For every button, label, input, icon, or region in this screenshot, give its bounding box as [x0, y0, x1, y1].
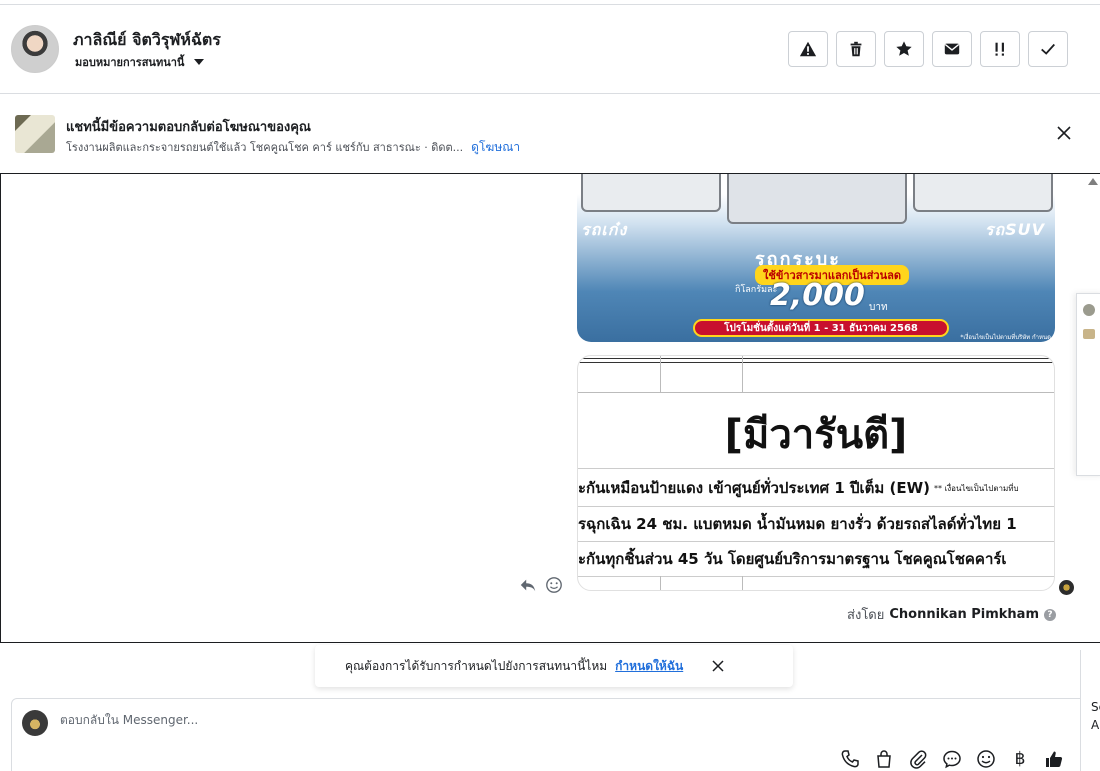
promo-date-range: โปรโมชั่นตั้งแต่วันที่ 1 - 31 ธันวาคม 25… — [693, 319, 949, 337]
divider — [660, 356, 661, 392]
view-ad-link[interactable]: ดูโฆษณา — [471, 138, 520, 157]
sent-by-name: Chonnikan Pimkham — [889, 607, 1039, 622]
divider — [742, 356, 743, 392]
emoji-react-icon[interactable] — [545, 576, 563, 594]
divider — [578, 358, 1054, 359]
caret-down-icon — [194, 59, 205, 65]
composer-tools: ฿ — [840, 749, 1064, 769]
side-panel-preview[interactable] — [1076, 293, 1100, 476]
priority-button[interactable] — [980, 31, 1020, 67]
user-avatar[interactable] — [11, 25, 59, 73]
check-icon — [1041, 43, 1055, 55]
header-actions — [788, 31, 1068, 67]
conversation-header: ภาลิณีย์ จิตวิรุฬห์ฉัตร มอบหมายการสนทนาน… — [0, 5, 1100, 94]
reply-composer: ฿ — [11, 698, 1086, 771]
suv-shape — [913, 174, 1053, 212]
emoji-icon[interactable] — [976, 749, 996, 769]
star-icon — [896, 41, 912, 56]
right-edge-text: Se — [1091, 700, 1100, 714]
divider — [578, 506, 1054, 507]
ad-reply-banner: แชทนี้มีข้อความตอบกลับต่อโฆษณาของคุณ โรง… — [0, 95, 1100, 173]
warning-icon — [799, 41, 817, 57]
assign-label: มอบหมายการสนทนานี้ — [75, 56, 185, 69]
scroll-up-arrow-icon[interactable] — [1088, 178, 1098, 185]
promo-note: *เงื่อนไขเป็นไปตามที่บริษัท กำหนด — [960, 334, 1051, 341]
attachment-icon[interactable] — [908, 749, 928, 769]
phone-icon[interactable] — [840, 749, 860, 769]
right-edge-text: A — [1091, 718, 1100, 732]
message-thread[interactable]: รถเก๋ง รถSUV รถกระบะ ใช้ข้าวสารมาแลกเป็น… — [0, 173, 1100, 643]
warranty-row-note: ** เงื่อนไขเป็นไปตามที่บ — [933, 483, 1019, 493]
warranty-row-text: ะกันเหมือนป้ายแดง เข้าศูนย์ทั่วประเทศ 1 … — [578, 479, 930, 497]
ad-thumbnail[interactable] — [15, 115, 55, 153]
divider — [660, 576, 661, 590]
user-name[interactable]: ภาลิณีย์ จิตวิรุฬห์ฉัตร — [73, 28, 221, 53]
car-promo-image[interactable]: รถเก๋ง รถSUV รถกระบะ ใช้ข้าวสารมาแลกเป็น… — [577, 174, 1055, 342]
divider — [578, 392, 1054, 393]
assign-conversation-dropdown[interactable]: มอบหมายการสนทนานี้ — [75, 53, 205, 71]
thumbs-up-icon[interactable] — [1044, 749, 1064, 769]
side-panel-avatar — [1083, 304, 1095, 316]
warranty-image[interactable]: [มีวารันตี] ะกันเหมือนป้ายแดง เข้าศูนย์ท… — [577, 355, 1055, 591]
shopping-bag-icon[interactable] — [874, 749, 894, 769]
reply-icon[interactable] — [519, 576, 537, 594]
right-edge-panel: Se A — [1080, 650, 1100, 771]
sedan-label: รถเก๋ง — [581, 220, 628, 239]
divider — [742, 576, 743, 590]
help-icon[interactable]: ? — [1044, 608, 1056, 621]
warranty-row: รฉุกเฉิน 24 ชม. แบตหมด น้ำมันหมด ยางรั่ว… — [578, 508, 1054, 540]
priority-icon — [995, 42, 1004, 56]
warranty-row: ะกันเหมือนป้ายแดง เข้าศูนย์ทั่วประเทศ 1 … — [578, 472, 1054, 504]
mark-spam-button[interactable] — [788, 31, 828, 67]
pickup-shape — [727, 174, 907, 224]
promo-amount: 2,000 — [770, 278, 865, 313]
ad-banner-subtitle: โรงงานผลิตและกระจายรถยนต์ใช้แล้ว โชคคูณโ… — [66, 138, 520, 157]
ad-source-text: โรงงานผลิตและกระจายรถยนต์ใช้แล้ว โชคคูณโ… — [66, 141, 464, 154]
envelope-icon — [944, 43, 960, 55]
side-panel-thumbnail — [1083, 329, 1095, 339]
suv-label: รถSUV — [984, 220, 1045, 239]
warranty-row-text: ะกันทุกชิ้นส่วน 45 วัน โดยศูนย์บริการมาต… — [578, 550, 1007, 568]
divider — [578, 541, 1054, 542]
promo-baht: บาท — [869, 302, 888, 313]
composer-avatar — [22, 710, 48, 736]
trash-icon — [850, 41, 862, 57]
reminder-text: คุณต้องการได้รับการกำหนดไปยังการสนทนานี้… — [345, 658, 608, 673]
sent-by-prefix: ส่งโดย — [847, 608, 885, 623]
sender-avatar — [1059, 580, 1074, 595]
reply-input[interactable] — [60, 713, 560, 727]
mark-unread-button[interactable] — [932, 31, 972, 67]
star-button[interactable] — [884, 31, 924, 67]
ad-banner-title: แชทนี้มีข้อความตอบกลับต่อโฆษณาของคุณ — [66, 120, 311, 135]
warranty-row: ะกันทุกชิ้นส่วน 45 วัน โดยศูนย์บริการมาต… — [578, 543, 1054, 575]
payment-baht-icon[interactable]: ฿ — [1010, 749, 1030, 769]
warranty-row-text: รฉุกเฉิน 24 ชม. แบตหมด น้ำมันหมด ยางรั่ว… — [578, 515, 1017, 533]
mark-done-button[interactable] — [1028, 31, 1068, 67]
divider — [578, 468, 1054, 469]
sent-by-label: ส่งโดย Chonnikan Pimkham ? — [847, 604, 1056, 625]
divider — [578, 576, 1054, 577]
saved-replies-icon[interactable] — [942, 749, 962, 769]
close-icon[interactable] — [711, 659, 725, 673]
warranty-title: [มีวารันตี] — [724, 412, 908, 458]
message-tools — [519, 576, 563, 594]
sedan-shape — [581, 174, 721, 212]
close-icon[interactable] — [1056, 125, 1072, 141]
divider — [578, 362, 1054, 363]
assign-reminder: คุณต้องการได้รับการกำหนดไปยังการสนทนานี้… — [315, 645, 793, 687]
assign-to-me-link[interactable]: กำหนดให้ฉัน — [615, 657, 683, 676]
delete-button[interactable] — [836, 31, 876, 67]
